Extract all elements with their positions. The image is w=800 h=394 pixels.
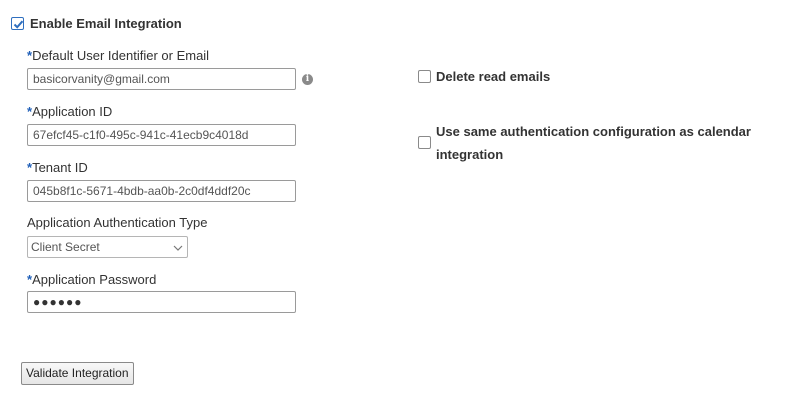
enable-email-integration-label: Enable Email Integration [30, 16, 182, 31]
same-auth-config-label-line2: integration [436, 147, 504, 162]
application-id-input[interactable]: 67efcf45-c1f0-495c-941c-41ecb9c4018d [27, 124, 296, 146]
auth-type-label: Application Authentication Type [27, 215, 208, 230]
auth-type-value: Client Secret [31, 240, 100, 254]
same-auth-config-checkbox[interactable] [418, 136, 431, 149]
validate-integration-button[interactable]: Validate Integration [21, 362, 134, 385]
application-password-label: *Application Password [27, 272, 157, 287]
info-icon[interactable]: i [302, 74, 313, 85]
delete-read-emails-label: Delete read emails [436, 69, 551, 84]
tenant-id-input[interactable]: 045b8f1c-5671-4bdb-aa0b-2c0df4ddf20c [27, 180, 296, 202]
checkmark-icon [13, 20, 24, 29]
delete-read-emails-checkbox[interactable] [418, 70, 431, 83]
user-identifier-label: *Default User Identifier or Email [27, 48, 210, 63]
auth-type-select[interactable]: Client Secret [27, 236, 188, 258]
tenant-id-label: *Tenant ID [27, 160, 88, 175]
enable-email-integration-checkbox[interactable] [11, 17, 24, 30]
chevron-down-icon [173, 245, 183, 251]
application-password-input[interactable]: ●●●●●● [27, 291, 296, 313]
same-auth-config-label-line1: Use same authentication configuration as… [436, 124, 751, 139]
user-identifier-input[interactable]: basicorvanity@gmail.com [27, 68, 296, 90]
application-id-label: *Application ID [27, 104, 113, 119]
